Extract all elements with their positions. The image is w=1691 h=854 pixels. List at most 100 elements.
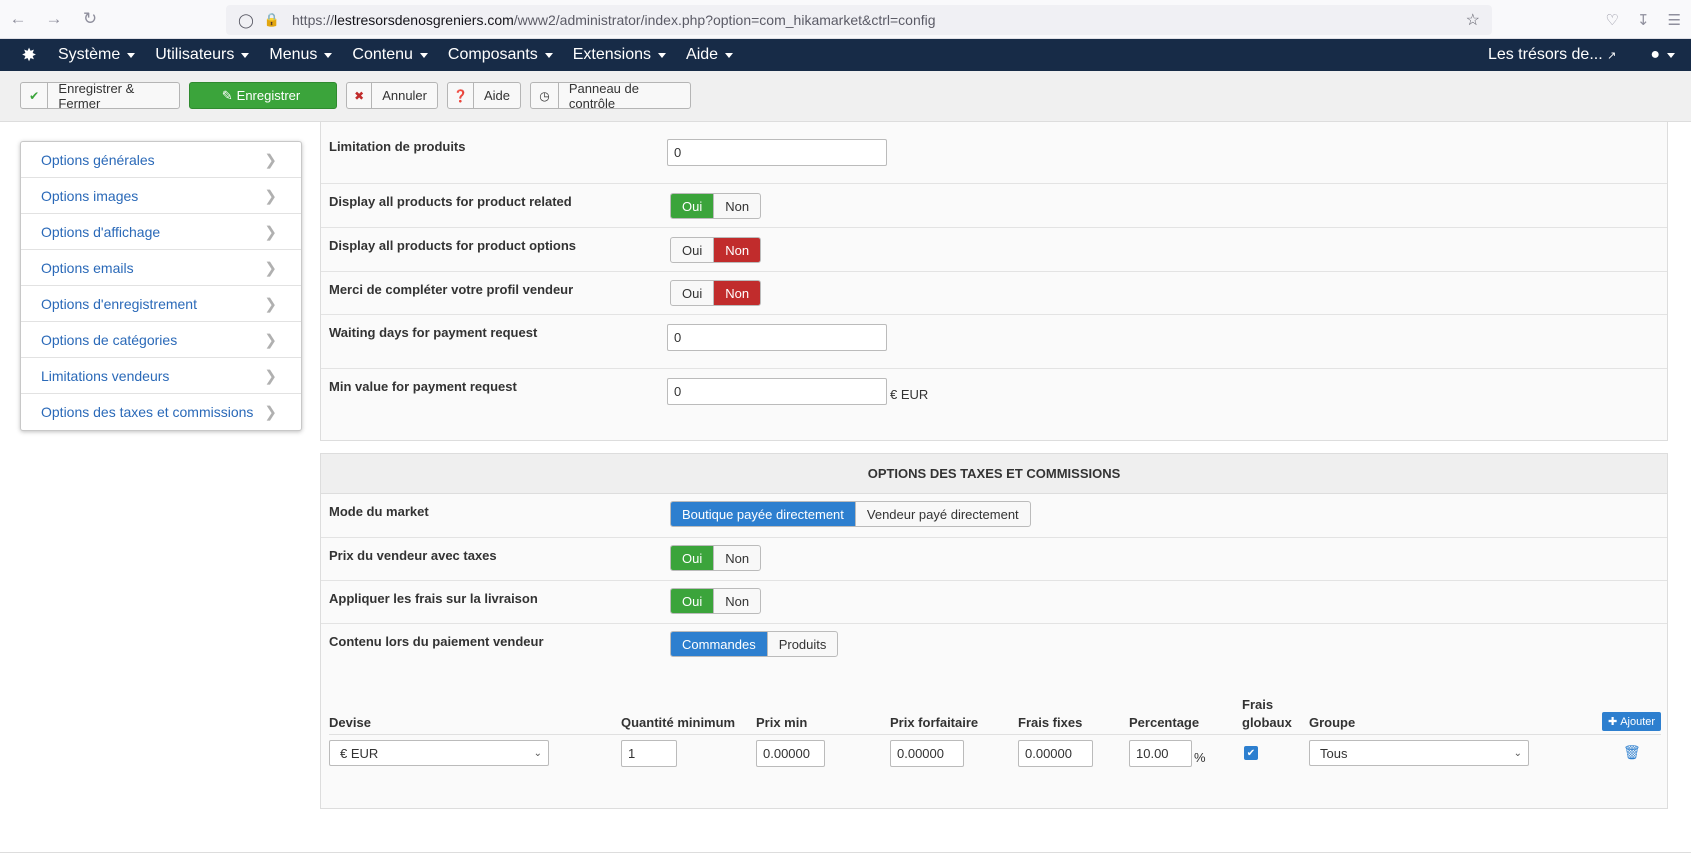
product-limit-input[interactable]: 0 bbox=[667, 139, 887, 166]
menu-systeme[interactable]: Système bbox=[58, 46, 136, 64]
shipping-fees-toggle[interactable]: Oui Non bbox=[670, 588, 762, 614]
th-group: Groupe bbox=[1309, 715, 1356, 730]
bookmark-star-icon[interactable]: ☆ bbox=[1466, 10, 1480, 30]
chevron-right-icon: ❯ bbox=[264, 367, 277, 385]
chevron-down-icon: ⌄ bbox=[1513, 747, 1522, 759]
product-limit-row: Limitation de produits 0 bbox=[321, 122, 1667, 184]
options-no[interactable]: Non bbox=[713, 238, 761, 262]
product-limit-label: Limitation de produits bbox=[329, 139, 466, 154]
chevron-right-icon: ❯ bbox=[264, 404, 277, 421]
sidebar-item-taxes[interactable]: Options des taxes et commissions ❯ bbox=[21, 394, 301, 430]
sidebar-item-display[interactable]: Options d'affichage ❯ bbox=[21, 214, 301, 250]
vendor-price-label: Prix du vendeur avec taxes bbox=[329, 548, 497, 563]
check-icon: ✔ bbox=[21, 83, 49, 108]
market-mode-shop[interactable]: Boutique payée directement bbox=[671, 502, 855, 526]
menu-composants[interactable]: Composants bbox=[448, 46, 553, 64]
chevron-right-icon: ❯ bbox=[264, 331, 277, 349]
waiting-days-input[interactable]: 0 bbox=[667, 324, 887, 351]
user-menu[interactable]: ● bbox=[1650, 46, 1675, 64]
back-icon[interactable]: ← bbox=[0, 0, 36, 39]
sidebar-item-vendor-limits[interactable]: Limitations vendeurs ❯ bbox=[21, 358, 301, 394]
market-mode-vendor[interactable]: Vendeur payé directement bbox=[854, 502, 1030, 526]
shipping-fees-no[interactable]: Non bbox=[713, 589, 760, 613]
vendor-price-no[interactable]: Non bbox=[713, 546, 760, 570]
download-icon[interactable]: ↧ bbox=[1637, 11, 1650, 29]
sidebar-item-registration[interactable]: Options d'enregistrement ❯ bbox=[21, 286, 301, 322]
save-button[interactable]: ✎ Enregistrer bbox=[189, 82, 337, 109]
control-panel-button[interactable]: ◷ Panneau de contrôle bbox=[530, 81, 691, 111]
menu-menus[interactable]: Menus bbox=[269, 46, 333, 64]
reload-icon[interactable]: ↻ bbox=[72, 0, 108, 39]
table-header-divider bbox=[329, 734, 1661, 735]
action-toolbar: ✔ Enregistrer & Fermer ✎ Enregistrer ✖ A… bbox=[0, 71, 1691, 122]
browser-extra-icons: ♡ ↧ ☰ bbox=[1606, 0, 1681, 39]
min-price-input[interactable]: 0.00000 bbox=[756, 740, 825, 767]
payment-content-orders[interactable]: Commandes bbox=[671, 632, 767, 656]
user-icon: ● bbox=[1650, 46, 1660, 63]
cancel-button[interactable]: ✖ Annuler bbox=[346, 82, 438, 109]
vendor-price-yes[interactable]: Oui bbox=[671, 546, 714, 570]
th-percentage: Percentage bbox=[1129, 715, 1200, 730]
group-select[interactable]: Tous ⌄ bbox=[1309, 740, 1529, 766]
market-mode-label: Mode du market bbox=[329, 504, 429, 519]
trash-icon[interactable]: 🗑 bbox=[1623, 744, 1641, 761]
payment-content-products[interactable]: Produits bbox=[766, 632, 838, 656]
th-currency: Devise bbox=[329, 715, 371, 730]
vendor-price-toggle[interactable]: Oui Non bbox=[670, 545, 762, 571]
percentage-input[interactable]: 10.00 bbox=[1129, 740, 1192, 767]
shield-icon[interactable]: ◯ bbox=[234, 12, 258, 29]
related-no[interactable]: Non bbox=[713, 194, 760, 218]
market-mode-toggle[interactable]: Boutique payée directement Vendeur payé … bbox=[670, 501, 1031, 527]
percent-sign: % bbox=[1194, 750, 1206, 765]
add-commission-button[interactable]: ✚ Ajouter bbox=[1602, 712, 1662, 731]
fixed-fees-input[interactable]: 0.00000 bbox=[1018, 740, 1093, 767]
section-title: OPTIONS DES TAXES ET COMMISSIONS bbox=[321, 454, 1667, 494]
hamburger-menu-icon[interactable]: ☰ bbox=[1668, 11, 1681, 29]
related-toggle[interactable]: Oui Non bbox=[670, 193, 762, 219]
shipping-fees-row: Appliquer les frais sur la livraison Oui… bbox=[321, 581, 1667, 624]
menu-extensions[interactable]: Extensions bbox=[573, 46, 667, 64]
lock-icon[interactable]: 🔒 bbox=[260, 12, 284, 28]
chevron-right-icon: ❯ bbox=[264, 223, 277, 241]
sidebar-item-categories[interactable]: Options de catégories ❯ bbox=[21, 322, 301, 358]
sidebar-item-images[interactable]: Options images ❯ bbox=[21, 178, 301, 214]
min-value-input[interactable]: 0 bbox=[667, 378, 887, 405]
menu-utilisateurs[interactable]: Utilisateurs bbox=[155, 46, 250, 64]
chevron-down-icon: ⌄ bbox=[533, 747, 542, 759]
external-link-icon: ↗ bbox=[1607, 50, 1617, 62]
site-link[interactable]: Les trésors de... ↗ bbox=[1488, 46, 1616, 64]
payment-content-toggle[interactable]: Commandes Produits bbox=[670, 631, 839, 657]
chevron-right-icon: ❯ bbox=[264, 151, 277, 169]
save-close-button[interactable]: ✔ Enregistrer & Fermer bbox=[20, 81, 180, 111]
options-yes[interactable]: Oui bbox=[671, 238, 713, 262]
vendor-price-row: Prix du vendeur avec taxes Oui Non bbox=[321, 538, 1667, 581]
url-text[interactable]: https://lestresorsdenosgreniers.com/www2… bbox=[292, 12, 936, 28]
forward-icon[interactable]: → bbox=[36, 0, 72, 39]
taxes-panel: OPTIONS DES TAXES ET COMMISSIONS Mode du… bbox=[320, 453, 1668, 809]
flat-price-input[interactable]: 0.00000 bbox=[890, 740, 964, 767]
profile-yes[interactable]: Oui bbox=[671, 281, 713, 305]
address-bar[interactable]: ◯ 🔒 https://lestresorsdenosgreniers.com/… bbox=[226, 5, 1492, 35]
menu-aide[interactable]: Aide bbox=[686, 46, 734, 64]
currency-select[interactable]: € EUR ⌄ bbox=[329, 740, 549, 766]
menu-contenu[interactable]: Contenu bbox=[352, 46, 428, 64]
profile-no[interactable]: Non bbox=[713, 281, 761, 305]
joomla-logo-icon[interactable]: ✸ bbox=[0, 45, 58, 66]
plus-icon: ✚ bbox=[1608, 716, 1618, 728]
help-button[interactable]: ❓ Aide bbox=[447, 82, 521, 109]
sidebar-item-emails[interactable]: Options emails ❯ bbox=[21, 250, 301, 286]
profile-toggle[interactable]: Oui Non bbox=[670, 280, 762, 306]
th-min-price: Prix min bbox=[756, 715, 808, 730]
cancel-icon: ✖ bbox=[347, 83, 373, 108]
related-row: Display all products for product related… bbox=[321, 184, 1667, 228]
shipping-fees-yes[interactable]: Oui bbox=[671, 589, 714, 613]
pocket-icon[interactable]: ♡ bbox=[1606, 11, 1619, 29]
th-global-fees-line1: Frais bbox=[1242, 697, 1274, 712]
sidebar-item-general[interactable]: Options générales ❯ bbox=[21, 142, 301, 178]
th-flat-price: Prix forfaitaire bbox=[890, 715, 979, 730]
chevron-right-icon: ❯ bbox=[264, 259, 277, 277]
min-qty-input[interactable]: 1 bbox=[621, 740, 677, 767]
options-toggle[interactable]: Oui Non bbox=[670, 237, 762, 263]
global-fees-checkbox[interactable]: ✔ bbox=[1244, 746, 1258, 760]
related-yes[interactable]: Oui bbox=[671, 194, 714, 218]
